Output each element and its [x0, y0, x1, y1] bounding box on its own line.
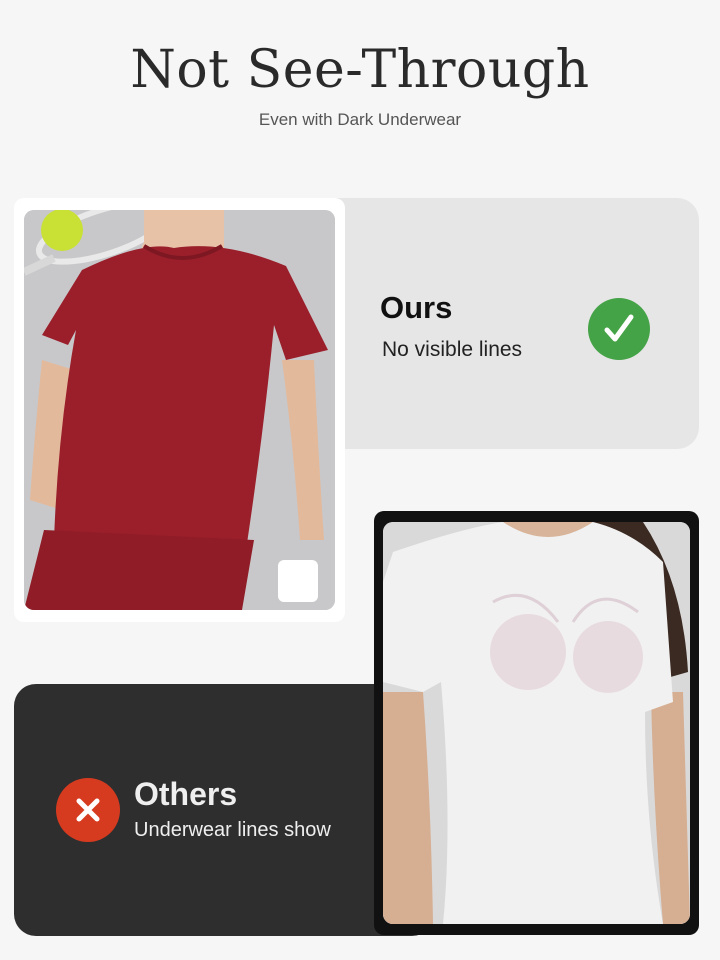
others-photo-frame — [374, 511, 699, 935]
check-icon — [588, 298, 650, 360]
ours-label: Ours — [380, 290, 453, 325]
others-card: Others Underwear lines show — [14, 684, 434, 936]
white-tshirt-photo — [383, 522, 690, 924]
others-label: Others — [134, 776, 238, 812]
page-subtitle: Even with Dark Underwear — [258, 110, 462, 129]
page-title: Not See-Through — [130, 40, 590, 100]
ours-card: Ours No visible lines — [300, 198, 699, 449]
ours-description: No visible lines — [382, 338, 523, 361]
others-description: Underwear lines show — [134, 819, 331, 841]
tennis-ball-icon — [41, 210, 83, 251]
red-tshirt-photo — [24, 210, 335, 610]
ours-photo-frame — [14, 198, 345, 622]
x-icon — [56, 778, 120, 842]
